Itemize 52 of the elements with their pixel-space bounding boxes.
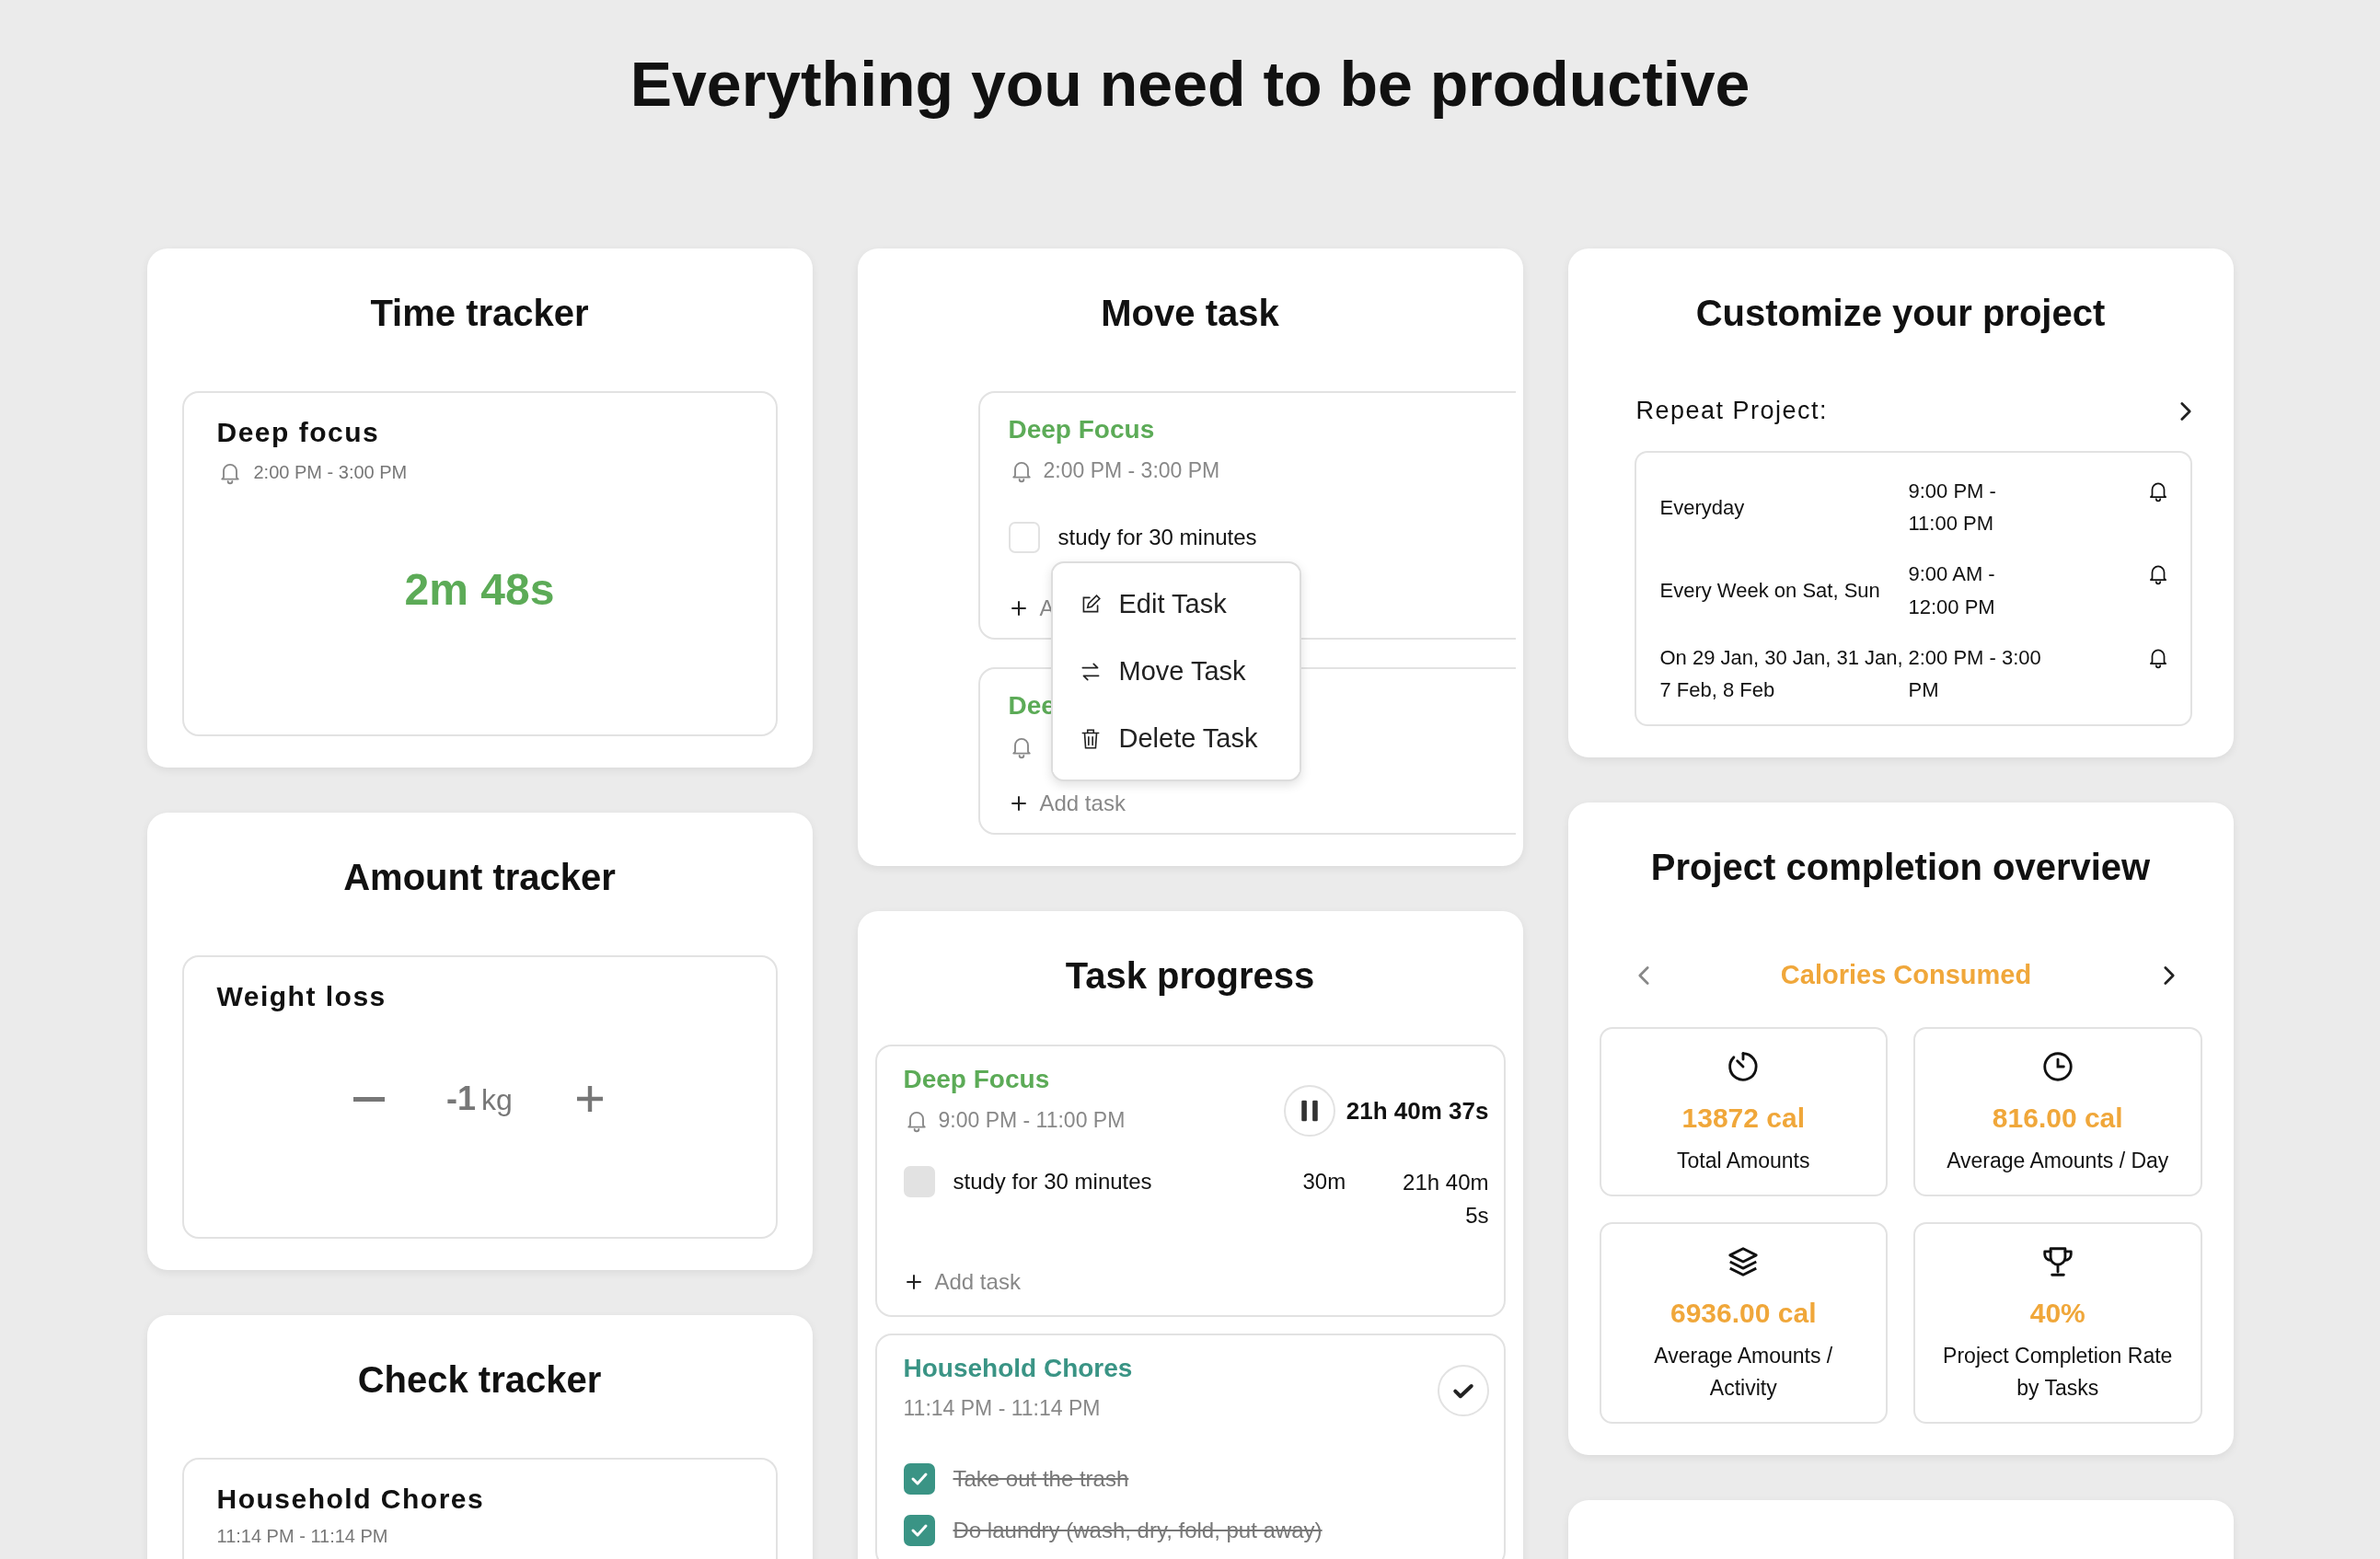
menu-item[interactable]: Edit Task [1052,571,1300,638]
task-name: Deep focus [216,417,380,448]
card-title: Amount tracker [342,856,617,899]
repeat-label: Repeat Project: [1635,397,1829,425]
task-time: 2:00 PM - 3:00 PM [253,461,408,483]
checkbox[interactable] [903,1515,935,1546]
add-task-button[interactable]: Add task [1008,791,1126,816]
card-title: Task progress [1064,954,1316,998]
timer-value: 21h 40m 37s [1346,1096,1489,1126]
task-time: 11:14 PM - 11:14 PM [903,1396,1101,1421]
stat-value: 13872 cal [1681,1103,1805,1135]
card-title: Check tracker [356,1358,603,1402]
task-time: 2:00 PM - 3:00 PM [1043,457,1220,483]
subtask-label: Take out the trash [953,1466,1129,1492]
task-name: Deep Focus [903,1065,1050,1094]
elapsed-time: 2m 48s [403,564,556,615]
stat-value: 816.00 cal [1992,1103,2123,1135]
task-name: Household Chores [903,1354,1133,1383]
subtask-label: Do laundry (wash, dry, fold, put away) [953,1518,1323,1543]
time-spent: 21h 40m 5s [1402,1169,1489,1230]
schedule-days: On 29 Jan, 30 Jan, 31 Jan, 7 Feb, 8 Feb [1659,641,1909,707]
stat-label: Project Completion Rate by Tasks [1942,1342,2174,1403]
stat-value: 6936.00 cal [1670,1297,1817,1329]
schedule-days: Every Week on Sat, Sun [1659,573,1909,607]
subtask-label: study for 30 minutes [1057,525,1257,550]
schedule-days: Everyday [1659,491,1909,524]
schedule-time: 9:00 PM - 11:00 PM [1908,479,1997,537]
menu-item[interactable]: Move Task [1052,638,1300,705]
amount-value: -1 kg [446,1080,513,1118]
card-title: Time tracker [369,292,590,335]
tracker-name: Weight loss [216,981,387,1012]
task-name: Deep Focus [1008,415,1155,445]
metric-title: Calories Consumed [1780,960,2032,991]
minus-icon [353,1096,386,1102]
card-title: Move task [1100,292,1280,335]
task-time: 9:00 PM - 11:00 PM [938,1107,1126,1133]
stat-value: 40% [2029,1297,2085,1329]
task-time: 11:14 PM - 11:14 PM [216,1526,388,1547]
schedule-time: 9:00 AM - 12:00 PM [1908,561,1996,620]
stat-label: Total Amounts [1677,1148,1810,1175]
menu-item[interactable]: Delete Task [1052,705,1300,772]
add-task-button[interactable]: Add task [903,1269,1021,1295]
page-heading: Everything you need to be productive [629,48,1751,121]
tracker-name: Household Chores [216,1484,485,1515]
card-title: Customize your project [1694,292,2107,335]
duration: 30m [1302,1168,1347,1195]
subtask-label: study for 30 minutes [953,1168,1153,1195]
stat-label: Average Amounts / Activity [1653,1342,1834,1403]
schedule-time: 2:00 PM - 3:00 PM [1908,644,2042,703]
card-title: Project completion overview [1649,846,2152,890]
checkbox[interactable] [903,1463,935,1495]
stat-label: Average Amounts / Day [1947,1148,2169,1175]
